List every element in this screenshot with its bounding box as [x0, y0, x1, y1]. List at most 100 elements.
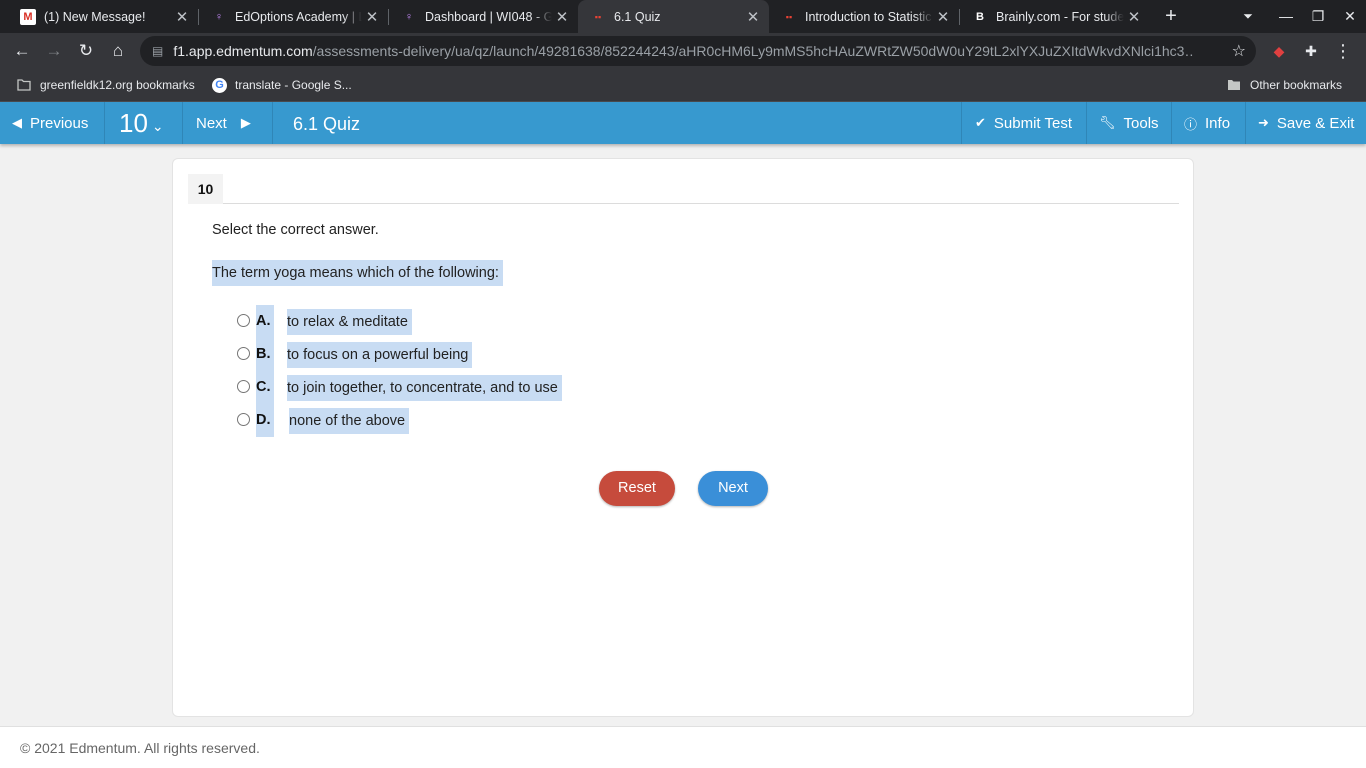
restore-icon[interactable]: ❐: [1301, 0, 1335, 33]
assessment-nav-bar: ◀ Previous 10 ⌄ Next ▶ 6.1 Quiz ✔ Submit…: [0, 102, 1366, 144]
tab-title: EdOptions Academy | L: [235, 9, 362, 24]
save-exit-button[interactable]: ➜ Save & Exit: [1246, 102, 1366, 144]
bookmark-folder[interactable]: greenfieldk12.org bookmarks: [16, 69, 195, 101]
bookmarks-bar: greenfieldk12.org bookmarks G translate …: [0, 69, 1366, 102]
tab-title: Introduction to Statistic: [805, 9, 932, 24]
bulb-icon: ♀: [404, 10, 414, 23]
next-button[interactable]: Next: [698, 471, 768, 506]
choice-letter: C.: [256, 371, 274, 404]
tab-title: Dashboard | WI048 - Gr: [425, 9, 552, 24]
submit-label: Submit Test: [993, 114, 1072, 132]
tab-title: Brainly.com - For stude: [996, 9, 1124, 24]
choice-letter: D.: [256, 404, 274, 437]
check-circle-icon: ✔: [975, 115, 986, 130]
close-window-icon[interactable]: ✕: [1333, 0, 1366, 33]
arrow-right-circle-icon: ▶: [240, 115, 251, 130]
copyright-text: © 2021 Edmentum. All rights reserved.: [20, 740, 260, 756]
browser-tab[interactable]: ▪▪ Introduction to Statistic ✕: [769, 0, 959, 33]
previous-button[interactable]: ◀ Previous: [0, 102, 105, 144]
folder-icon: [16, 78, 32, 92]
folder-icon: [1226, 78, 1242, 92]
gmail-icon: M: [20, 8, 36, 25]
bookmark-label: greenfieldk12.org bookmarks: [40, 78, 195, 92]
url-host: f1.app.edmentum.com: [173, 43, 313, 59]
edmentum-icon: ▪▪: [785, 11, 793, 22]
choice-text: none of the above: [289, 407, 410, 434]
choice-letter: A.: [256, 305, 274, 338]
forward-icon[interactable]: →: [40, 37, 68, 65]
browser-menu-icon[interactable]: ⋮: [1331, 39, 1355, 63]
info-circle-icon: ⓘ: [1184, 116, 1198, 132]
question-instruction: Select the correct answer.: [212, 222, 379, 238]
close-tab-icon[interactable]: ✕: [172, 8, 192, 26]
edmentum-icon: ▪▪: [594, 11, 602, 22]
wrench-icon: 🔧︎: [1099, 115, 1116, 130]
answer-choice-a[interactable]: A. to relax & meditate: [237, 305, 562, 338]
next-nav-button[interactable]: Next ▶: [183, 102, 273, 144]
radio-button[interactable]: [237, 412, 250, 426]
answer-choice-b[interactable]: B. to focus on a powerful being: [237, 338, 562, 371]
home-icon[interactable]: ⌂: [104, 37, 132, 65]
new-tab-icon[interactable]: +: [1160, 4, 1182, 28]
google-icon: G: [212, 77, 227, 93]
extension-icon[interactable]: ◆: [1267, 39, 1291, 63]
close-tab-icon[interactable]: ✕: [362, 8, 382, 26]
sign-out-icon: ➜: [1258, 115, 1269, 130]
previous-label: Previous: [30, 114, 89, 132]
chevron-down-icon: ⌄: [151, 117, 164, 134]
answer-choices: A. to relax & meditate B. to focus on a …: [237, 305, 562, 437]
other-bookmarks-label: Other bookmarks: [1250, 78, 1343, 92]
bulb-icon: ♀: [214, 10, 224, 23]
other-bookmarks[interactable]: Other bookmarks: [1226, 69, 1342, 101]
site-info-icon[interactable]: ▤: [152, 44, 163, 58]
choice-text: to join together, to concentrate, and to…: [287, 374, 562, 401]
browser-tab-strip: M (1) New Message! ✕ ♀ EdOptions Academy…: [0, 0, 1366, 33]
answer-choice-c[interactable]: C. to join together, to concentrate, and…: [237, 371, 562, 404]
question-selector[interactable]: 10 ⌄: [105, 102, 183, 144]
url-path: /assessments-delivery/ua/qz/launch/49281…: [312, 43, 1193, 59]
answer-choice-d[interactable]: D. none of the above: [237, 404, 562, 437]
radio-button[interactable]: [237, 313, 250, 327]
bookmark-link[interactable]: G translate - Google S...: [212, 69, 352, 101]
minimize-icon[interactable]: —: [1269, 0, 1303, 33]
tab-search-icon[interactable]: ⏷: [1231, 0, 1265, 33]
page-footer: © 2021 Edmentum. All rights reserved.: [0, 726, 1366, 768]
question-prompt: The term yoga means which of the followi…: [212, 260, 503, 286]
browser-tab[interactable]: ♀ EdOptions Academy | L ✕: [199, 0, 388, 33]
question-card: 10 Select the correct answer. The term y…: [172, 158, 1194, 717]
tools-button[interactable]: 🔧︎ Tools: [1087, 102, 1172, 144]
radio-button[interactable]: [237, 379, 250, 393]
close-tab-icon[interactable]: ✕: [743, 8, 763, 26]
browser-tab-active[interactable]: ▪▪ 6.1 Quiz ✕: [578, 0, 769, 33]
choice-text: to focus on a powerful being: [287, 341, 473, 368]
browser-tab[interactable]: M (1) New Message! ✕: [8, 0, 198, 33]
bookmark-label: translate - Google S...: [235, 78, 352, 92]
tab-title: (1) New Message!: [44, 9, 146, 24]
choice-text: to relax & meditate: [287, 308, 412, 335]
arrow-left-circle-icon: ◀: [12, 115, 22, 130]
close-tab-icon[interactable]: ✕: [933, 8, 953, 26]
extensions-puzzle-icon[interactable]: ✚: [1299, 39, 1323, 63]
submit-test-button[interactable]: ✔ Submit Test: [961, 102, 1087, 144]
save-exit-label: Save & Exit: [1276, 114, 1355, 132]
browser-toolbar: ← → ↻ ⌂ ▤ f1.app.edmentum.com /assessmen…: [0, 33, 1366, 69]
radio-button[interactable]: [237, 346, 250, 360]
browser-tab[interactable]: B Brainly.com - For stude ✕: [960, 0, 1150, 33]
tools-label: Tools: [1123, 114, 1159, 132]
info-button[interactable]: ⓘ Info: [1172, 102, 1246, 144]
tab-title: 6.1 Quiz: [614, 9, 661, 24]
address-bar[interactable]: ▤ f1.app.edmentum.com /assessments-deliv…: [140, 36, 1256, 66]
close-tab-icon[interactable]: ✕: [552, 8, 572, 26]
info-label: Info: [1205, 114, 1231, 132]
close-tab-icon[interactable]: ✕: [1124, 8, 1144, 26]
reset-button[interactable]: Reset: [599, 471, 675, 506]
bookmark-star-icon[interactable]: ☆: [1232, 41, 1246, 61]
next-label: Next: [196, 114, 227, 132]
question-header: 10: [188, 174, 1179, 204]
question-number: 10: [119, 107, 148, 138]
quiz-title: 6.1 Quiz: [293, 114, 361, 134]
browser-tab[interactable]: ♀ Dashboard | WI048 - Gr ✕: [389, 0, 578, 33]
back-icon[interactable]: ←: [8, 37, 36, 65]
choice-letter: B.: [256, 338, 274, 371]
reload-icon[interactable]: ↻: [72, 37, 100, 65]
